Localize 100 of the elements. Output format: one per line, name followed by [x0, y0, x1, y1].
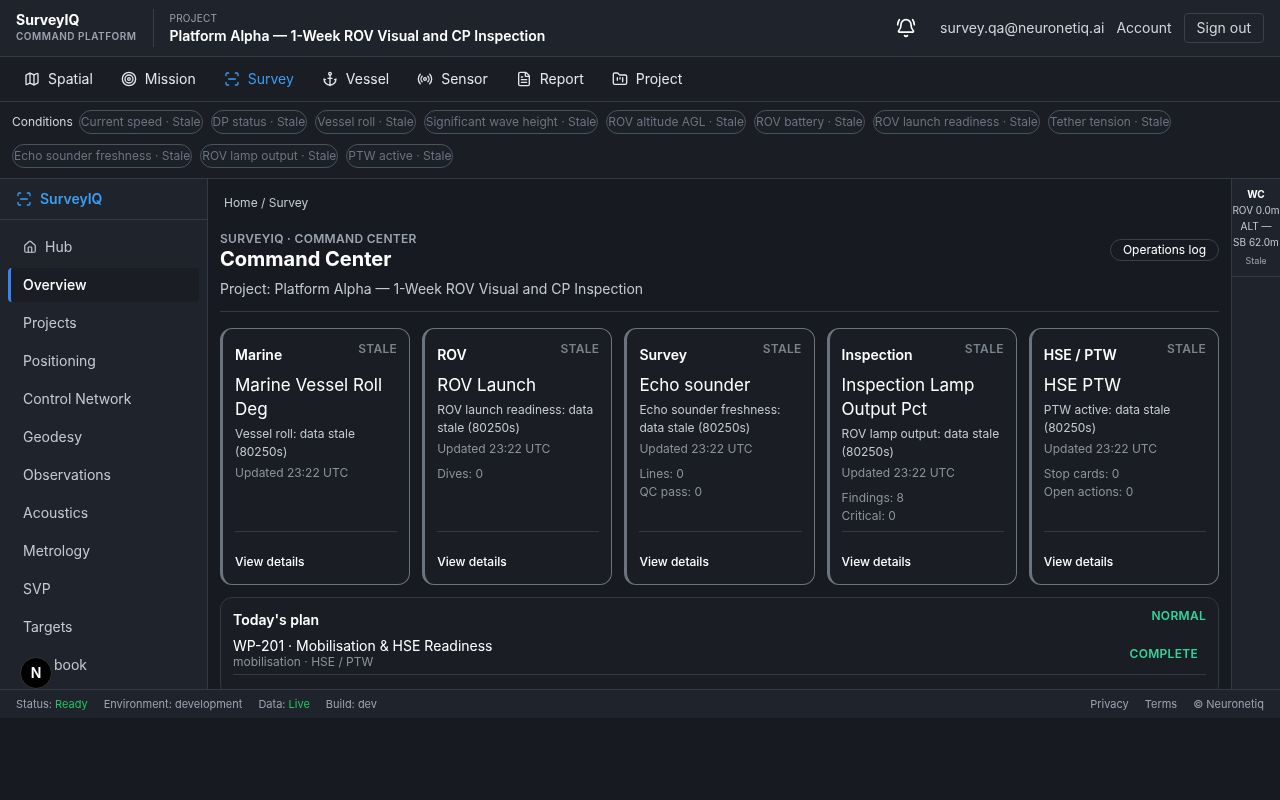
footer-link[interactable]: Privacy — [1090, 695, 1129, 713]
card-updated: Updated 23:22 UTC — [639, 441, 754, 457]
plan-item-status: COMPLETE — [1129, 646, 1198, 662]
card-message: PTW active: data stale (80250s) — [1043, 401, 1172, 437]
view-details-link[interactable]: View details — [639, 554, 709, 569]
card-category: Inspection — [841, 345, 913, 365]
bell-icon[interactable] — [896, 18, 917, 38]
page-eyebrow: SURVEYIQ · COMMAND CENTER — [220, 231, 418, 247]
card-message: Vessel roll: data stale (80250s) — [235, 425, 356, 461]
conditions-label: Conditions — [12, 114, 73, 130]
card-title: Marine Vessel Roll Deg — [235, 374, 384, 421]
sidebar-item[interactable]: Projects — [8, 306, 199, 340]
plan-status: NORMAL — [1151, 608, 1206, 624]
sidebar-item[interactable]: Metrology — [8, 534, 199, 568]
card-updated: Updated 23:22 UTC — [1043, 441, 1158, 457]
card-status: STALE — [560, 341, 600, 357]
card-message: Echo sounder freshness: data stale (80250s) — [639, 401, 782, 437]
user-email: survey.qa@neuronetiq.ai — [940, 18, 1105, 38]
brand-subtitle: COMMAND PLATFORM — [16, 29, 137, 44]
plan-item-title: WP-201 · Mobilisation & HSE Readiness — [233, 638, 493, 654]
card-updated: Updated 23:22 UTC — [841, 465, 956, 481]
condition-chip: Vessel roll · Stale — [315, 110, 416, 134]
document-icon — [515, 71, 532, 87]
anchor-icon — [321, 71, 338, 87]
card-updated: Updated 23:22 UTC — [437, 441, 552, 457]
page-title: Command Center — [220, 247, 393, 271]
card-title: ROV Launch — [437, 374, 538, 397]
radio-icon — [417, 71, 434, 87]
status-item: Data: Live — [258, 695, 310, 713]
card-stat: Dives: 0 — [437, 465, 484, 483]
project-title: Platform Alpha — 1-Week ROV Visual and CP Inspection — [169, 25, 546, 46]
card-stat: Critical: 0 — [841, 507, 897, 525]
condition-chip: Tether tension · Stale — [1047, 110, 1172, 134]
footer-link[interactable]: Terms — [1144, 695, 1178, 713]
condition-chip: PTW active · Stale — [346, 144, 454, 168]
nav-tab[interactable]: Report — [515, 69, 584, 89]
scan-icon — [223, 71, 240, 87]
sidebar-title[interactable]: SurveyIQ — [40, 189, 103, 209]
nav-tab[interactable]: Sensor — [417, 69, 488, 89]
sidebar-item[interactable]: Control Network — [8, 382, 199, 416]
sign-out-button[interactable]: Sign out — [1183, 13, 1264, 43]
condition-chip: ROV battery · Stale — [754, 110, 865, 134]
plan-title: Today's plan — [233, 610, 320, 630]
view-details-link[interactable]: View details — [235, 554, 305, 569]
sidebar-item[interactable]: Acoustics — [8, 496, 199, 530]
card-category: Marine — [235, 345, 283, 365]
sidebar-item[interactable]: Overview — [8, 268, 199, 302]
view-details-link[interactable]: View details — [841, 554, 912, 569]
map-icon — [24, 71, 40, 87]
status-item: Environment: development — [103, 695, 243, 713]
condition-chip: Echo sounder freshness · Stale — [12, 144, 193, 168]
card-updated: Updated 23:22 UTC — [235, 465, 350, 481]
card-status: STALE — [358, 341, 398, 357]
app-badge[interactable]: N — [20, 657, 52, 689]
plan-item-meta: mobilisation · HSE / PTW — [233, 654, 375, 670]
condition-chip: Significant wave height · Stale — [423, 110, 599, 134]
sidebar-item[interactable]: Observations — [8, 458, 199, 492]
card-stat: Lines: 0 — [639, 465, 685, 483]
card-message: ROV lamp output: data stale (80250s) — [841, 425, 1001, 461]
sidebar-item[interactable]: book — [52, 648, 88, 682]
depth-title: WC — [1247, 187, 1265, 202]
sidebar-item[interactable]: Positioning — [8, 344, 199, 378]
card-stat: Findings: 8 — [841, 489, 905, 507]
depth-reading: SB 62.0m — [1233, 235, 1279, 250]
nav-tab[interactable]: Project — [611, 69, 683, 89]
nav-tab[interactable]: Survey — [223, 69, 294, 89]
condition-chip: Current speed · Stale — [78, 110, 203, 134]
brand-name: SurveyIQ — [16, 12, 81, 28]
view-details-link[interactable]: View details — [437, 554, 507, 569]
card-stat: QC pass: 0 — [639, 483, 703, 501]
status-item: Build: dev — [325, 695, 377, 713]
folder-icon — [611, 71, 628, 87]
sidebar-item[interactable]: SVP — [8, 572, 199, 606]
project-label: PROJECT — [169, 10, 219, 26]
condition-chip: ROV lamp output · Stale — [200, 144, 339, 168]
sidebar-item[interactable]: Geodesy — [8, 420, 199, 454]
card-stat: Stop cards: 0 — [1043, 465, 1121, 483]
scan-icon — [16, 191, 32, 207]
depth-reading: ALT — — [1240, 219, 1272, 234]
card-message: ROV launch readiness: data stale (80250s) — [437, 401, 595, 437]
nav-tab[interactable]: Spatial — [24, 69, 93, 89]
footer-link[interactable]: © Neuronetiq — [1193, 695, 1264, 713]
condition-chip: ROV launch readiness · Stale — [872, 110, 1040, 134]
status-item: Status: Ready — [16, 695, 88, 713]
condition-chip: DP status · Stale — [210, 110, 308, 134]
card-stat: Open actions: 0 — [1043, 483, 1135, 501]
sidebar-item[interactable]: Targets — [8, 610, 199, 644]
card-title: HSE PTW — [1043, 374, 1122, 397]
condition-chip: ROV altitude AGL · Stale — [606, 110, 746, 134]
card-category: Survey — [639, 345, 688, 365]
account-link[interactable]: Account — [1116, 18, 1172, 38]
depth-status: Stale — [1245, 254, 1267, 268]
card-category: HSE / PTW — [1043, 345, 1117, 365]
card-status: STALE — [762, 341, 802, 357]
sidebar-item[interactable]: Hub — [8, 230, 199, 264]
nav-tab[interactable]: Mission — [120, 69, 196, 89]
nav-tab[interactable]: Vessel — [321, 69, 390, 89]
view-details-link[interactable]: View details — [1043, 554, 1114, 569]
depth-reading: ROV 0.0m — [1232, 203, 1280, 218]
card-status: STALE — [964, 341, 1004, 357]
